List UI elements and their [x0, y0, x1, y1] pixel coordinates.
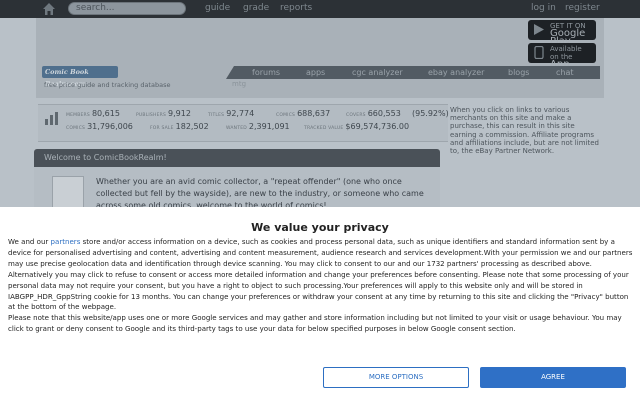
consent-title: We value your privacy — [251, 221, 389, 234]
stat-tracked-value: TRACKED VALUE $69,574,736.00 — [304, 122, 410, 131]
nav-blogs[interactable]: blogs — [508, 68, 529, 77]
stat-covers-percent: (95.92%) — [412, 109, 449, 118]
stat-covers: COVERS 660,553 — [346, 109, 401, 118]
nav-chat[interactable]: chat — [556, 68, 574, 77]
consent-paragraph-1: We and our partners store and/or access … — [8, 237, 633, 312]
site-logo[interactable]: Comic Book Realm.com — [42, 66, 118, 88]
stat-comics-tracked: COMICS 31,796,006 — [66, 122, 133, 131]
welcome-heading: Welcome to ComicBookRealm! — [34, 149, 440, 167]
stat-titles: TITLES 92,774 — [208, 109, 255, 118]
nav-reports[interactable]: reports — [280, 3, 312, 13]
phone-icon — [534, 46, 544, 59]
partners-link[interactable]: partners — [51, 237, 81, 246]
app-store-badge[interactable]: Available on the App Store — [528, 43, 596, 78]
nav-ebay-analyzer[interactable]: ebay analyzer — [428, 68, 484, 77]
nav-cgc-analyzer[interactable]: cgc analyzer — [352, 68, 403, 77]
bar-chart-icon — [45, 112, 58, 125]
agree-button[interactable]: AGREE — [480, 367, 626, 388]
consent-body: We and our partners store and/or access … — [8, 237, 633, 335]
stat-for-sale: FOR SALE 182,502 — [150, 122, 209, 131]
nav-apps[interactable]: apps — [306, 68, 325, 77]
site-tagline: free price guide and tracking database — [44, 81, 171, 89]
affiliate-disclosure: When you click on links to various merch… — [450, 106, 599, 156]
stat-members: MEMBERS 80,615 — [66, 109, 120, 118]
nav-grade[interactable]: grade — [243, 3, 269, 13]
more-options-button[interactable]: MORE OPTIONS — [323, 367, 469, 388]
play-store-icon — [534, 24, 544, 35]
main-nav — [226, 66, 600, 79]
nav-guide[interactable]: guide — [205, 3, 230, 13]
stat-comics: COMICS 688,637 — [276, 109, 331, 118]
nav-forums[interactable]: forums — [252, 68, 280, 77]
stat-wanted: WANTED 2,391,091 — [226, 122, 290, 131]
google-play-badge[interactable]: GET IT ON Google Play — [528, 20, 596, 47]
nav-mtg[interactable]: mtg — [232, 80, 246, 88]
search-input[interactable]: search... — [68, 2, 186, 15]
login-link[interactable]: log in — [531, 3, 556, 13]
home-icon[interactable] — [42, 2, 56, 16]
register-link[interactable]: register — [565, 3, 600, 13]
consent-paragraph-2: Please note that this website/app uses o… — [8, 313, 622, 334]
stat-publishers: PUBLISHERS 9,912 — [136, 109, 191, 118]
